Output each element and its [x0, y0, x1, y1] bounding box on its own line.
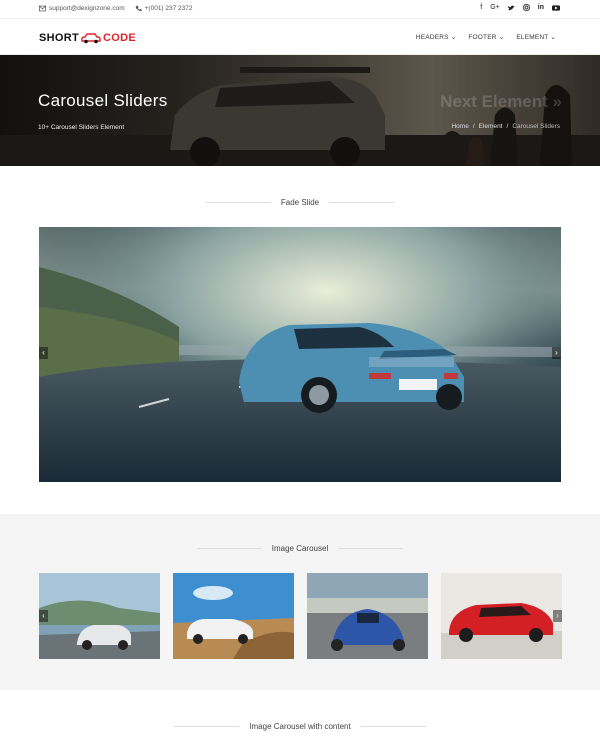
page-title: Carousel Sliders [38, 91, 168, 110]
menu-element[interactable]: ELEMENT ⌄ [516, 33, 556, 41]
carousel-image-ferrari-blue [307, 573, 428, 659]
title-divider [196, 548, 262, 550]
slider-next-button[interactable]: › [552, 347, 561, 359]
slide-image-porsche [39, 227, 561, 482]
title-divider [205, 202, 271, 204]
section-title-image-carousel-content: Image Carousel with content [0, 722, 600, 731]
carousel-image-bmw [173, 573, 294, 659]
email-contact[interactable]: support@dexignzone.com [39, 5, 125, 12]
next-element-link[interactable]: Next Element » [440, 92, 562, 112]
menu-headers[interactable]: HEADERS ⌄ [416, 33, 457, 41]
breadcrumb-separator: / [472, 123, 475, 130]
carousel-item-bmw[interactable] [173, 573, 294, 659]
email-text: support@dexignzone.com [49, 5, 125, 12]
chevron-left-icon: ‹ [42, 611, 45, 620]
nav-menu: HEADERS ⌄ FOOTER ⌄ ELEMENT ⌄ [416, 33, 556, 41]
carousel-item-ferrari-blue[interactable] [307, 573, 428, 659]
carousel-image-ferrari-red [441, 573, 562, 659]
instagram-icon[interactable] [523, 4, 530, 11]
youtube-icon[interactable] [552, 4, 560, 11]
breadcrumb: Home / Element / Carousel Sliders [451, 123, 560, 130]
google-plus-icon[interactable]: G+ [490, 4, 500, 11]
chevron-down-icon: ⌄ [450, 34, 457, 41]
slider-prev-button[interactable]: ‹ [39, 347, 48, 359]
chevron-right-icon: › [556, 611, 559, 620]
contact-info: support@dexignzone.com +(001) 237 2372 [39, 5, 193, 12]
breadcrumb-element[interactable]: Element [479, 123, 503, 130]
breadcrumb-current: Carousel Sliders [512, 123, 560, 130]
section-title-image-carousel: Image Carousel [0, 544, 600, 553]
main-nav: SHORT CODE HEADERS ⌄ FOOTER ⌄ ELEMENT ⌄ [0, 19, 600, 55]
facebook-icon[interactable]: f [480, 4, 482, 11]
breadcrumb-home[interactable]: Home [451, 123, 468, 130]
carousel-next-button[interactable]: › [553, 610, 562, 622]
linkedin-icon[interactable]: in [538, 4, 544, 11]
fade-slider[interactable]: ‹ › [39, 227, 561, 482]
title-divider [360, 726, 426, 728]
page-subtitle: 10+ Carousel Sliders Element [38, 124, 125, 131]
section-title-fade-slide: Fade Slide [0, 198, 600, 207]
chevron-left-icon: ‹ [42, 348, 45, 357]
title-divider [329, 202, 395, 204]
social-links: f G+ in [480, 4, 560, 11]
carousel-item-jaguar[interactable]: ‹ [39, 573, 160, 659]
breadcrumb-separator: / [506, 123, 509, 130]
logo-short: SHORT [39, 32, 79, 44]
phone-contact[interactable]: +(001) 237 2372 [135, 5, 193, 12]
twitter-icon[interactable] [507, 5, 515, 11]
title-divider [338, 548, 404, 550]
logo-code: CODE [103, 32, 136, 44]
carousel-image-jaguar [39, 573, 160, 659]
phone-text: +(001) 237 2372 [144, 5, 193, 12]
site-logo[interactable]: SHORT CODE [39, 32, 136, 44]
chevron-down-icon: ⌄ [550, 34, 556, 41]
phone-icon [135, 5, 142, 12]
page-banner: Carousel Sliders 10+ Carousel Sliders El… [0, 55, 600, 166]
car-icon [81, 32, 101, 43]
title-divider [174, 726, 240, 728]
top-bar: support@dexignzone.com +(001) 237 2372 f… [0, 0, 600, 19]
menu-footer[interactable]: FOOTER ⌄ [468, 33, 504, 41]
chevron-right-icon: › [555, 348, 558, 357]
envelope-icon [39, 5, 46, 12]
carousel-item-ferrari-red[interactable]: › [441, 573, 562, 659]
carousel-prev-button[interactable]: ‹ [39, 610, 48, 622]
chevron-down-icon: ⌄ [498, 34, 505, 41]
